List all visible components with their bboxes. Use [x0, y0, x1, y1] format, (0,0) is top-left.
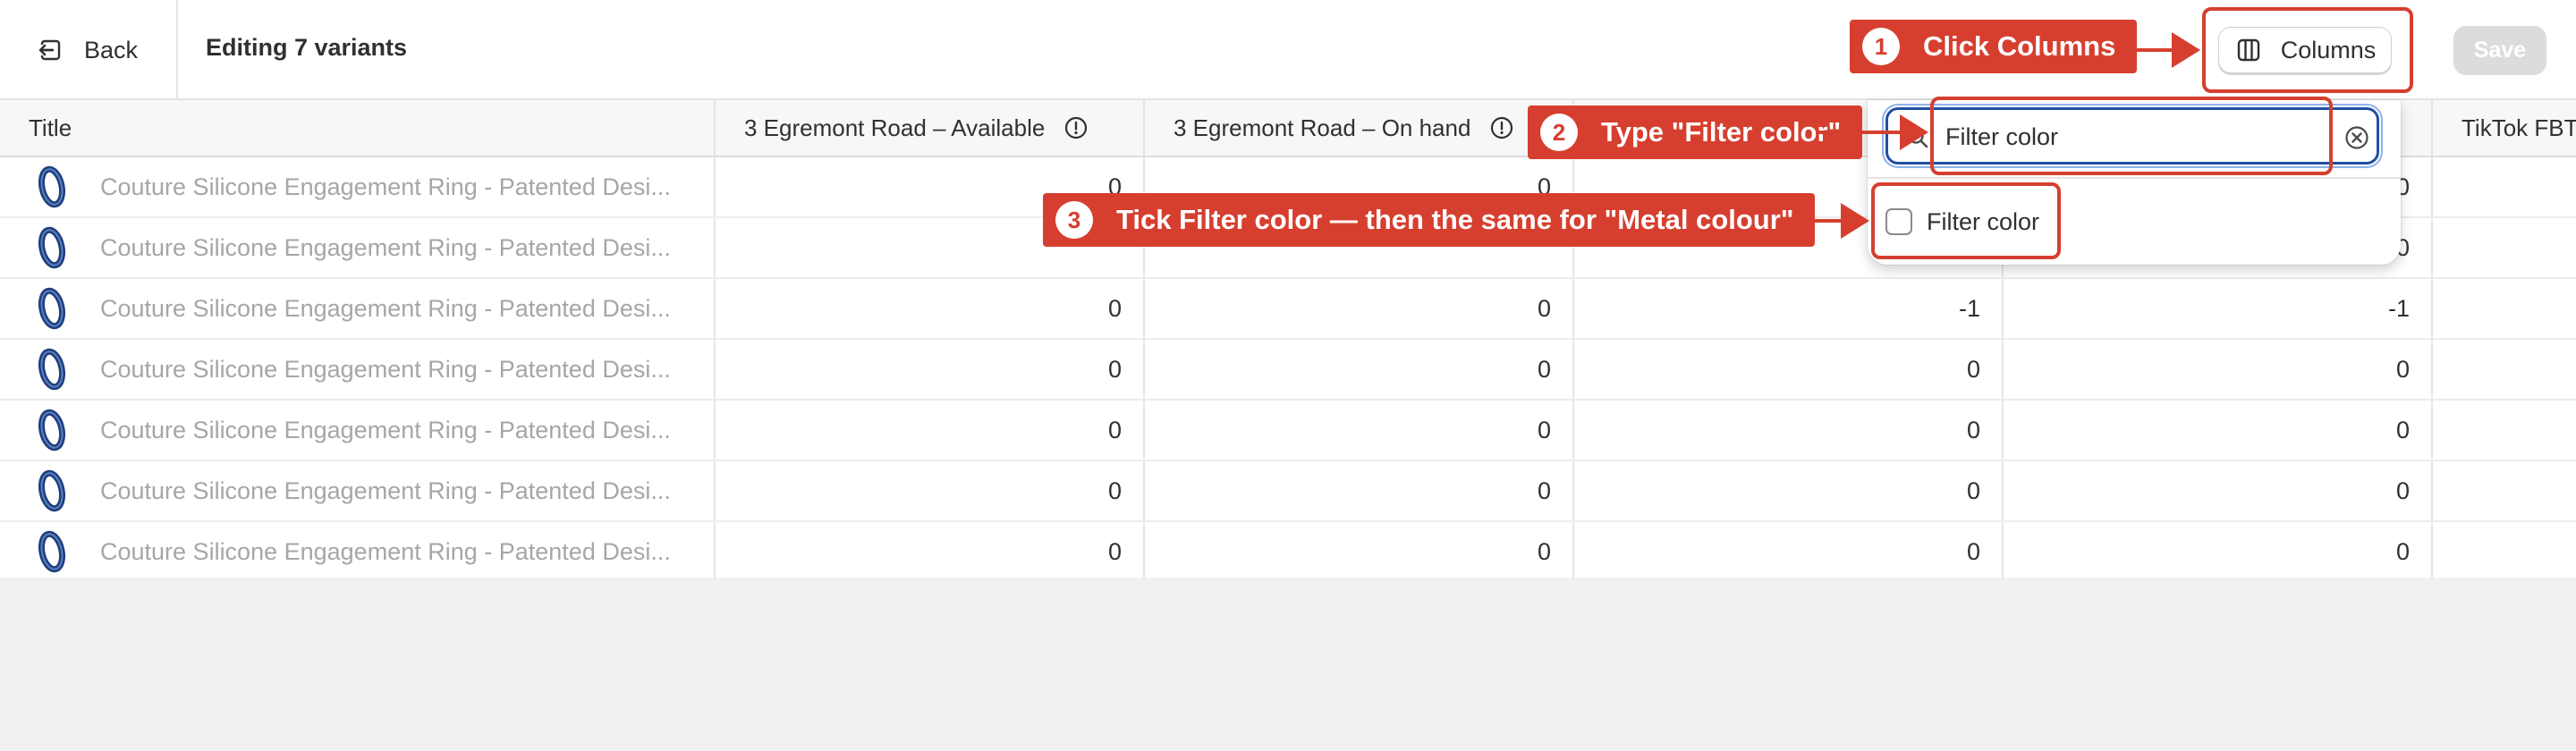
quantity-cell[interactable]: 0 — [1145, 279, 1574, 338]
column-header-on-hand[interactable]: 3 Egremont Road – On hand — [1145, 100, 1574, 156]
product-title: Couture Silicone Engagement Ring - Paten… — [100, 416, 671, 443]
step1-text: Click Columns — [1923, 30, 2116, 62]
product-title: Couture Silicone Engagement Ring - Paten… — [100, 173, 671, 200]
columns-label: Columns — [2280, 36, 2377, 63]
info-icon[interactable] — [1064, 116, 1088, 139]
page-title: Editing 7 variants — [206, 34, 408, 61]
quantity-cell[interactable]: 0 — [2004, 522, 2433, 578]
quantity-cell[interactable]: 0 — [2004, 340, 2433, 399]
table-row: Couture Silicone Engagement Ring - Paten… — [0, 401, 2576, 464]
quantity-cell[interactable]: -1 — [1574, 279, 2004, 338]
table-row: Couture Silicone Engagement Ring - Paten… — [0, 461, 2576, 525]
ring-thumbnail — [38, 348, 66, 391]
column-header-title[interactable]: Title — [0, 100, 716, 156]
tiktok-cell[interactable] — [2433, 401, 2576, 460]
columns-icon — [2237, 38, 2259, 62]
quantity-cell[interactable]: 0 — [1145, 522, 1574, 578]
topbar-divider — [176, 0, 178, 98]
column-search-field[interactable] — [1885, 107, 2379, 165]
quantity-cell[interactable]: 0 — [1574, 401, 2004, 460]
quantity-cell[interactable]: 0 — [1145, 461, 1574, 520]
title-cell[interactable]: Couture Silicone Engagement Ring - Paten… — [0, 157, 716, 216]
step2-number: 2 — [1540, 114, 1578, 151]
tiktok-cell[interactable] — [2433, 157, 2576, 216]
ring-thumbnail — [38, 530, 66, 573]
clear-search-icon[interactable] — [2344, 125, 2369, 150]
column-header-tiktok[interactable]: TikTok FBT — [2433, 100, 2576, 156]
quantity-cell[interactable]: 0 — [2004, 401, 2433, 460]
ring-thumbnail — [38, 165, 66, 208]
column-header-available[interactable]: 3 Egremont Road – Available — [716, 100, 1145, 156]
title-cell[interactable]: Couture Silicone Engagement Ring - Paten… — [0, 461, 716, 520]
step3-callout: 3 Tick Filter color — then the same for … — [1043, 193, 1816, 247]
search-icon — [1908, 128, 1928, 148]
ring-thumbnail — [38, 469, 66, 512]
column-header-label: Title — [29, 114, 72, 141]
tiktok-cell[interactable] — [2433, 218, 2576, 277]
quantity-cell[interactable]: 0 — [1574, 461, 2004, 520]
step3-text: Tick Filter color — then the same for "M… — [1116, 204, 1794, 235]
tiktok-cell[interactable] — [2433, 461, 2576, 520]
ring-thumbnail — [38, 287, 66, 330]
popover-divider — [1868, 177, 2401, 179]
back-label: Back — [84, 36, 139, 63]
quantity-cell[interactable]: 0 — [716, 401, 1145, 460]
columns-button[interactable]: Columns — [2218, 27, 2392, 73]
quantity-cell[interactable]: 0 — [716, 461, 1145, 520]
column-search-input[interactable] — [1944, 119, 2323, 155]
info-icon[interactable] — [1490, 116, 1513, 139]
column-header-label: 3 Egremont Road – On hand — [1174, 114, 1471, 141]
tiktok-cell[interactable] — [2433, 279, 2576, 338]
column-header-label: 3 Egremont Road – Available — [744, 114, 1046, 141]
step1-number: 1 — [1862, 28, 1900, 65]
step2-callout: 2 Type "Filter color" — [1528, 105, 1863, 159]
title-cell[interactable]: Couture Silicone Engagement Ring - Paten… — [0, 279, 716, 338]
column-option-label: Filter color — [1927, 207, 2040, 235]
step1-callout: 1 Click Columns — [1850, 20, 2138, 73]
title-cell[interactable]: Couture Silicone Engagement Ring - Paten… — [0, 340, 716, 399]
title-cell[interactable]: Couture Silicone Engagement Ring - Paten… — [0, 218, 716, 277]
save-button[interactable]: Save — [2453, 26, 2546, 75]
product-title: Couture Silicone Engagement Ring - Paten… — [100, 355, 671, 383]
top-bar: Back Editing 7 variants Columns Save — [0, 0, 2576, 100]
columns-popover: Filter color — [1868, 100, 2401, 265]
ring-thumbnail — [38, 226, 66, 269]
table-row: Couture Silicone Engagement Ring - Paten… — [0, 279, 2576, 342]
back-button[interactable]: Back — [36, 30, 138, 70]
quantity-cell[interactable]: 0 — [716, 279, 1145, 338]
quantity-cell[interactable]: 0 — [1145, 401, 1574, 460]
quantity-cell[interactable]: -1 — [2004, 279, 2433, 338]
tiktok-cell[interactable] — [2433, 340, 2576, 399]
quantity-cell[interactable]: 0 — [1145, 340, 1574, 399]
quantity-cell[interactable]: 0 — [716, 340, 1145, 399]
column-header-label: TikTok FBT — [2462, 114, 2576, 141]
back-arrow-icon — [38, 39, 61, 61]
quantity-cell[interactable]: 0 — [1574, 340, 2004, 399]
step3-number: 3 — [1055, 201, 1093, 239]
quantity-cell[interactable]: 0 — [2004, 461, 2433, 520]
filter-color-checkbox[interactable] — [1885, 208, 1912, 235]
title-cell[interactable]: Couture Silicone Engagement Ring - Paten… — [0, 522, 716, 578]
step2-text: Type "Filter color" — [1601, 116, 1842, 148]
quantity-cell[interactable]: 0 — [1574, 522, 2004, 578]
table-row: Couture Silicone Engagement Ring - Paten… — [0, 522, 2576, 578]
product-title: Couture Silicone Engagement Ring - Paten… — [100, 477, 671, 504]
ring-thumbnail — [38, 409, 66, 451]
title-cell[interactable]: Couture Silicone Engagement Ring - Paten… — [0, 401, 716, 460]
column-option-filter-color[interactable]: Filter color — [1885, 200, 2039, 243]
product-title: Couture Silicone Engagement Ring - Paten… — [100, 233, 671, 261]
product-title: Couture Silicone Engagement Ring - Paten… — [100, 294, 671, 322]
product-title: Couture Silicone Engagement Ring - Paten… — [100, 537, 671, 565]
quantity-cell[interactable]: 0 — [716, 522, 1145, 578]
table-row: Couture Silicone Engagement Ring - Paten… — [0, 340, 2576, 403]
tiktok-cell[interactable] — [2433, 522, 2576, 578]
